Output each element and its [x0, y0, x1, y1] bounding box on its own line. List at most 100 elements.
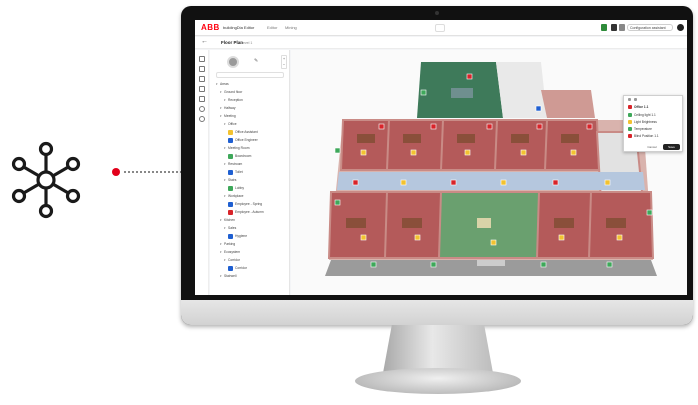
- popup-edit-icon[interactable]: [634, 98, 637, 101]
- device-badge-icon: [228, 202, 233, 207]
- room-icon: [628, 105, 632, 110]
- folder-icon[interactable]: [199, 56, 205, 62]
- tree-item-label: Office Assistant: [235, 130, 258, 134]
- popup-pin-icon: [628, 98, 631, 101]
- chevron-down-icon[interactable]: ▾: [224, 162, 226, 166]
- device-marker: [410, 149, 417, 156]
- chevron-down-icon[interactable]: ▾: [220, 90, 222, 94]
- blind-icon: [628, 134, 632, 139]
- tree-item-label: Boardroom: [235, 154, 252, 158]
- chevron-down-icon[interactable]: ▾: [224, 122, 226, 126]
- desk: [606, 218, 626, 228]
- device-popup: Office 1.1 Ceiling light 1.1 Light Brigh…: [623, 95, 683, 152]
- tree-item-label: Corridor: [228, 258, 240, 262]
- chevron-down-icon[interactable]: ▾: [220, 114, 222, 118]
- gear-icon[interactable]: [199, 116, 205, 122]
- tree-item-label: Office: [228, 122, 237, 126]
- device-marker: [464, 149, 471, 156]
- floorplan-3d: [325, 62, 657, 276]
- popup-item[interactable]: Temperature: [628, 127, 652, 133]
- chevron-down-icon[interactable]: ▾: [216, 82, 218, 86]
- tree-item-label: Corridor: [235, 266, 247, 270]
- device-marker: [646, 209, 653, 216]
- connector-line: [112, 168, 184, 176]
- device-marker: [420, 89, 427, 96]
- popup-item[interactable]: Light Brightness: [628, 120, 657, 126]
- save-button[interactable]: Save: [663, 144, 680, 150]
- edit-icon[interactable]: ✎: [254, 58, 258, 64]
- tree-item-label: Parking: [224, 242, 236, 246]
- power-icon[interactable]: [677, 24, 684, 31]
- monitor-stand-neck: [383, 325, 493, 373]
- grid-icon[interactable]: [199, 86, 205, 92]
- chevron-down-icon[interactable]: ▾: [220, 274, 222, 278]
- device-marker: [450, 179, 457, 186]
- chevron-down-icon[interactable]: ▾: [220, 106, 222, 110]
- device-badge-icon: [228, 138, 233, 143]
- search-icon[interactable]: [199, 106, 205, 112]
- popup-item-label: Temperature: [634, 127, 652, 131]
- tree-item-label: Kitchen: [224, 218, 235, 222]
- network-hub-icon: [11, 141, 81, 219]
- device-badge-icon: [228, 210, 233, 215]
- desk: [402, 218, 422, 228]
- building-icon[interactable]: [601, 24, 607, 31]
- camera-dot: [435, 11, 439, 15]
- monitor-stand-base: [355, 368, 521, 394]
- device-marker: [520, 149, 527, 156]
- search-input[interactable]: [435, 24, 445, 32]
- desk: [511, 134, 529, 143]
- nav-mining[interactable]: Mining: [285, 25, 297, 30]
- desk: [357, 134, 375, 143]
- device-icon[interactable]: [199, 76, 205, 82]
- menu-icon[interactable]: [619, 24, 625, 31]
- tree-item-label: Areas: [220, 82, 229, 86]
- list-icon[interactable]: [199, 96, 205, 102]
- desk: [403, 134, 421, 143]
- device-marker: [430, 261, 437, 268]
- icon-rail: [195, 50, 209, 295]
- tree-item-label: Meeting: [224, 114, 236, 118]
- layers-icon[interactable]: [199, 66, 205, 72]
- tree-item-label: Hygiene: [235, 234, 248, 238]
- chevron-down-icon[interactable]: ▾: [220, 242, 222, 246]
- zoom-control[interactable]: + −: [281, 55, 287, 69]
- device-badge-icon: [228, 154, 233, 159]
- chevron-down-icon[interactable]: ▾: [224, 194, 226, 198]
- dotted-line: [124, 171, 182, 173]
- tree-item-label: Reception: [228, 98, 243, 102]
- dimmer-icon: [628, 120, 632, 125]
- light-icon: [628, 113, 632, 118]
- device-badge-icon: [228, 266, 233, 271]
- device-marker: [360, 234, 367, 241]
- app-title: buildingDia Editor: [223, 25, 255, 30]
- chevron-down-icon[interactable]: ▾: [220, 250, 222, 254]
- tree-item-label: Ecosystem: [224, 250, 241, 254]
- bell-icon[interactable]: [611, 24, 617, 31]
- back-arrow-icon[interactable]: ←: [201, 38, 208, 45]
- popup-item[interactable]: Ceiling light 1.1: [628, 113, 656, 119]
- device-marker: [466, 73, 473, 80]
- chevron-down-icon[interactable]: ▾: [224, 146, 226, 150]
- tree-item-label: Employee - Spring: [235, 202, 263, 206]
- device-marker: [604, 179, 611, 186]
- chevron-down-icon[interactable]: ▾: [220, 218, 222, 222]
- cancel-button[interactable]: Cancel: [644, 144, 660, 150]
- chevron-down-icon[interactable]: ▾: [224, 258, 226, 262]
- chevron-down-icon[interactable]: ▾: [224, 98, 226, 102]
- chevron-down-icon[interactable]: ▾: [224, 178, 226, 182]
- structure-tree: ✎ ▾ Areas ▾ Ground floor ▾ Reception ▾ Hallway ▾…: [210, 50, 290, 295]
- conference-table: [451, 88, 473, 98]
- chevron-down-icon[interactable]: ▾: [224, 226, 226, 230]
- device-marker: [606, 261, 613, 268]
- popup-item[interactable]: Blind Position 1.1: [628, 134, 659, 140]
- device-marker: [334, 147, 341, 154]
- tree-search-input[interactable]: [216, 72, 284, 78]
- device-marker: [616, 234, 623, 241]
- profile-button[interactable]: Configuration assistant: [627, 24, 673, 31]
- desk: [554, 218, 574, 228]
- tree-item-label: Stairs: [228, 178, 237, 182]
- monitor-chin: [181, 300, 693, 325]
- nav-editor[interactable]: Editor: [267, 25, 277, 30]
- desk: [561, 134, 579, 143]
